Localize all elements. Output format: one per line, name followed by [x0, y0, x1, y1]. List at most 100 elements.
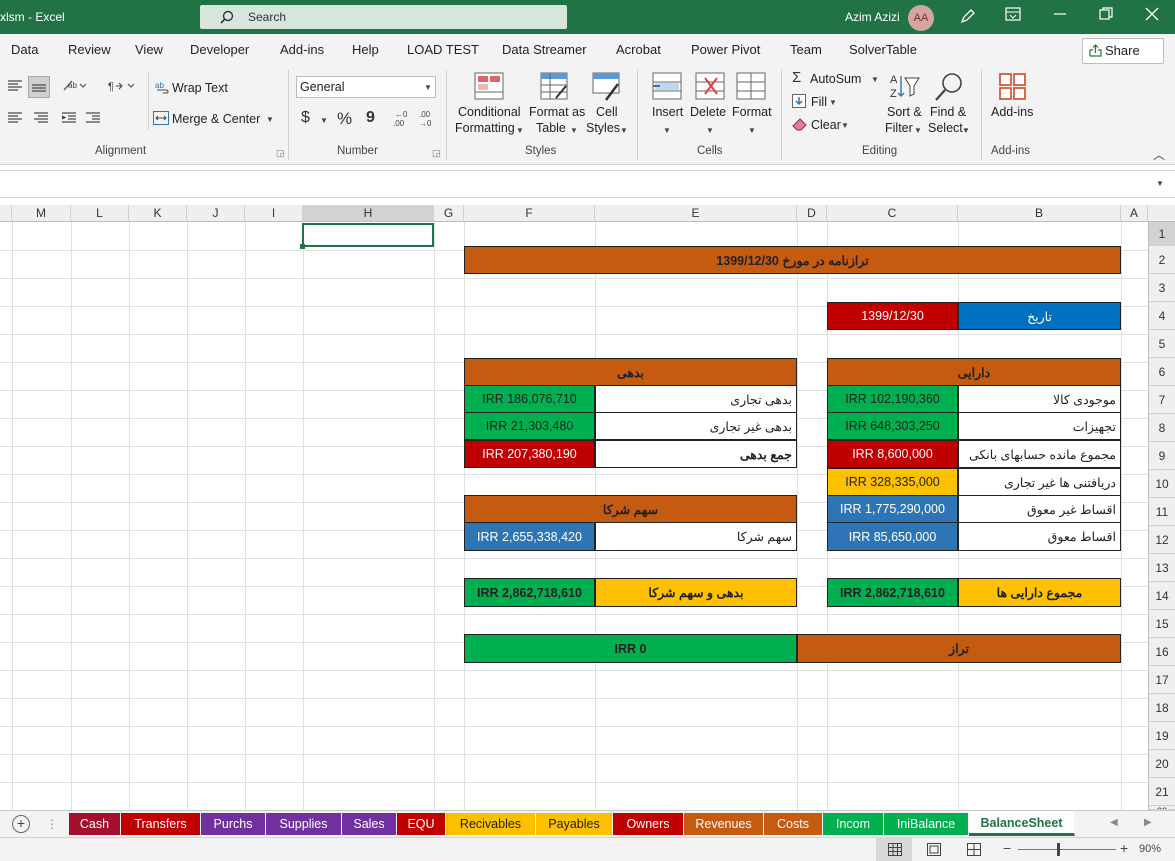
scroll-left-icon[interactable]: ◀ [1110, 817, 1118, 828]
zoom-out-icon[interactable]: − [1003, 840, 1011, 856]
sheet-tab-balancesheet[interactable]: BalanceSheet [969, 811, 1075, 836]
currency-button[interactable]: $ [301, 109, 310, 127]
wrap-text-icon[interactable]: ab [155, 80, 169, 97]
row-header-10[interactable]: 10 [1148, 470, 1175, 498]
text-direction-icon[interactable]: ¶ [108, 78, 136, 97]
page-layout-icon[interactable] [927, 843, 941, 859]
asset-value[interactable]: IRR 102,190,360 [827, 385, 958, 413]
tab-acrobat[interactable]: Acrobat [616, 42, 661, 57]
orientation-icon[interactable]: ab [62, 78, 88, 97]
column-header-m[interactable]: M [12, 205, 71, 222]
sheet-tab-transfers[interactable]: Transfers [121, 813, 201, 835]
pen-icon[interactable] [958, 7, 978, 27]
tab-team[interactable]: Team [790, 42, 822, 57]
asset-label[interactable]: موجودی کالا [958, 385, 1121, 413]
merge-center-button[interactable]: Merge & Center [172, 112, 260, 126]
row-header-14[interactable]: 14 [1148, 582, 1175, 610]
asset-value[interactable]: IRR 1,775,290,000 [827, 495, 958, 523]
selected-cell[interactable] [302, 223, 434, 247]
row-header-6[interactable]: 6 [1148, 358, 1175, 386]
row-header-5[interactable]: 5 [1148, 330, 1175, 358]
row-header-7[interactable]: 7 [1148, 386, 1175, 414]
total-assets-label[interactable]: مجموع دارایی ها [958, 578, 1121, 607]
increase-decimal-icon[interactable]: ←0.00.00 →0 [392, 108, 436, 131]
fill-button[interactable]: Fill [811, 95, 827, 109]
dialog-launcher-icon[interactable]: ◲ [276, 148, 285, 159]
column-header-a[interactable]: A [1121, 205, 1148, 222]
page-break-icon[interactable] [967, 843, 981, 859]
row-header-3[interactable]: 3 [1148, 274, 1175, 302]
row-header-4[interactable]: 4 [1148, 302, 1175, 330]
sheet-tab-sales[interactable]: Sales [342, 813, 397, 835]
search-box[interactable]: Search [200, 5, 567, 29]
tab-solvertable[interactable]: SolverTable [849, 42, 917, 57]
number-format-select[interactable]: General ▼ [296, 76, 436, 98]
row-header-13[interactable]: 13 [1148, 554, 1175, 582]
ribbon-display-icon[interactable] [1003, 7, 1023, 27]
column-header-l[interactable]: L [71, 205, 129, 222]
tab-review[interactable]: Review [68, 42, 111, 57]
conditional-formatting-button[interactable]: Conditional Formatting [455, 72, 523, 142]
comma-button[interactable]: 9 [366, 109, 375, 127]
debts-total-label[interactable]: جمع بدهی [595, 440, 797, 468]
asset-value[interactable]: IRR 85,650,000 [827, 522, 958, 551]
zoom-slider-track[interactable] [1018, 849, 1116, 850]
tab-load-test[interactable]: LOAD TEST [407, 42, 479, 57]
row-header-16[interactable]: 16 [1148, 638, 1175, 666]
dialog-launcher-icon[interactable]: ◲ [432, 148, 441, 159]
user-name[interactable]: Azim Azizi [845, 10, 900, 24]
chevron-down-icon[interactable]: ▼ [829, 98, 837, 107]
total-liabilities-value[interactable]: IRR 2,862,718,610 [464, 578, 595, 607]
debts-header[interactable]: بدهی [464, 358, 797, 386]
column-header-k[interactable]: K [129, 205, 187, 222]
align-left-icon[interactable] [8, 80, 22, 95]
column-header-h[interactable]: H [303, 205, 434, 222]
equity-header[interactable]: سهم شرکا [464, 495, 797, 523]
chevron-down-icon[interactable]: ▼ [266, 115, 274, 124]
row-header-2[interactable]: 2 [1148, 246, 1175, 274]
sheet-tab-equ[interactable]: EQU [397, 813, 446, 835]
asset-label[interactable]: تجهیزات [958, 412, 1121, 440]
total-assets-value[interactable]: IRR 2,862,718,610 [827, 578, 958, 607]
sheet-tab-incom[interactable]: Incom [823, 813, 884, 835]
tabs-menu-icon[interactable]: ⋮ [46, 817, 58, 831]
row-header-1[interactable]: 1 [1148, 222, 1175, 246]
tab-help[interactable]: Help [352, 42, 379, 57]
align-right-icon[interactable] [8, 112, 48, 127]
row-header-21[interactable]: 21 [1148, 778, 1175, 806]
balance-label[interactable]: تراز [797, 634, 1121, 663]
zoom-level[interactable]: 90% [1139, 843, 1161, 855]
row-header-17[interactable]: 17 [1148, 666, 1175, 694]
close-icon[interactable] [1142, 7, 1162, 27]
scroll-right-icon[interactable]: ▶ [1144, 817, 1152, 828]
zoom-in-icon[interactable]: + [1120, 840, 1128, 856]
total-liabilities-label[interactable]: بدهی و سهم شرکا [595, 578, 797, 607]
date-value[interactable]: 1399/12/30 [827, 302, 958, 330]
sheet-tab-owners[interactable]: Owners [613, 813, 684, 835]
balance-value[interactable]: IRR 0 [464, 634, 797, 663]
add-sheet-button[interactable]: + [12, 815, 30, 833]
sheet-tab-supplies[interactable]: Supplies [266, 813, 342, 835]
tab-data-streamer[interactable]: Data Streamer [502, 42, 587, 57]
column-header-b[interactable]: B [958, 205, 1121, 222]
percent-button[interactable]: % [337, 109, 352, 129]
column-header-f[interactable]: F [464, 205, 595, 222]
tab-view[interactable]: View [135, 42, 163, 57]
fill-icon[interactable] [792, 94, 806, 111]
autosum-icon[interactable]: Σ [792, 69, 801, 86]
equity-label[interactable]: سهم شرکا [595, 522, 797, 551]
sheet-tab-revenues[interactable]: Revenues [684, 813, 764, 835]
column-header-g[interactable]: G [434, 205, 464, 222]
row-header-9[interactable]: 9 [1148, 442, 1175, 470]
sheet-tab-costs[interactable]: Costs [764, 813, 823, 835]
asset-label[interactable]: مجموع مانده حسابهای بانکی [958, 440, 1121, 468]
tab-addins[interactable]: Add-ins [280, 42, 324, 57]
formula-bar[interactable]: ▼ [0, 170, 1175, 198]
autosum-button[interactable]: AutoSum [810, 72, 861, 86]
minimize-icon[interactable] [1050, 7, 1070, 27]
row-header-11[interactable]: 11 [1148, 498, 1175, 526]
merge-center-icon[interactable] [153, 111, 169, 128]
debts-total-value[interactable]: IRR 207,380,190 [464, 440, 595, 468]
row-header-19[interactable]: 19 [1148, 722, 1175, 750]
chevron-down-icon[interactable]: ▼ [871, 75, 879, 84]
